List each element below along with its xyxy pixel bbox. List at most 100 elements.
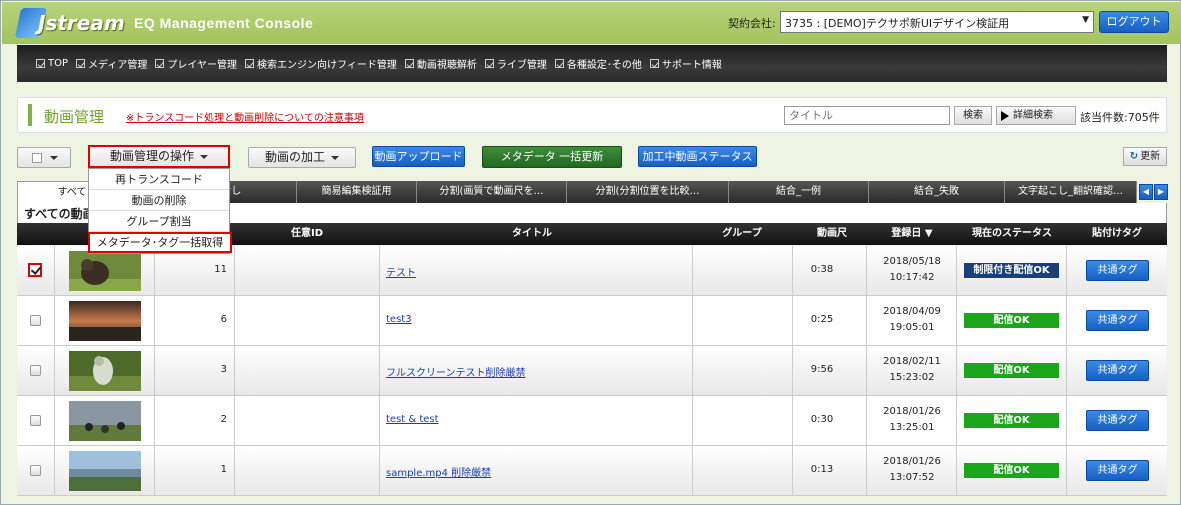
logout-button[interactable]: ログアウト	[1099, 11, 1169, 33]
nav-checkbox-icon	[245, 59, 255, 68]
processing-status-button[interactable]: 加工中動画ステータス	[638, 146, 757, 167]
nav-checkbox-icon	[36, 59, 45, 68]
refresh-button[interactable]: ↻ 更新	[1123, 147, 1167, 166]
tab-join-example[interactable]: 結合_一例	[729, 181, 869, 203]
col-duration: 動画尺	[817, 228, 847, 239]
cell	[17, 296, 55, 346]
menu-item-metadata-bulk-get[interactable]: メタデータ･タグ一括取得	[88, 232, 232, 253]
video-title-link[interactable]: テスト	[386, 264, 416, 279]
video-title-link[interactable]: test & test	[386, 414, 439, 425]
result-count: 該当件数:705件	[1080, 111, 1160, 124]
checkbox-icon	[32, 153, 42, 163]
upload-button[interactable]: 動画アップロード	[372, 146, 465, 167]
header: Jstream EQ Management Console 契約会社: 3735…	[2, 2, 1181, 44]
refresh-icon: ↻	[1129, 151, 1139, 162]
cell	[17, 246, 55, 296]
nav-label: ライブ管理	[496, 60, 547, 71]
common-tag-button[interactable]: 共通タグ	[1086, 460, 1149, 481]
tab-prev-icon[interactable]: ◀	[1139, 184, 1153, 200]
title-search-input[interactable]	[784, 106, 950, 125]
video-thumbnail[interactable]	[69, 251, 141, 291]
nav-label: TOP	[48, 58, 69, 69]
menu-item-group-assign[interactable]: グループ割当	[89, 211, 229, 232]
video-duration: 0:30	[810, 414, 834, 425]
common-tag-button[interactable]: 共通タグ	[1086, 260, 1149, 281]
nav-checkbox-icon	[404, 59, 414, 68]
menu-item-delete[interactable]: 動画の削除	[89, 190, 229, 211]
nav-item-top[interactable]: TOP	[36, 58, 68, 69]
status-badge: 配信OK	[964, 363, 1059, 378]
cell	[693, 346, 793, 396]
video-thumbnail[interactable]	[69, 401, 141, 441]
date-text: 2018/02/11	[883, 356, 941, 367]
cell	[235, 346, 380, 396]
col-date[interactable]: 登録日 ▼	[867, 223, 957, 245]
menu-item-retranscode[interactable]: 再トランスコード	[89, 169, 229, 190]
video-title-link[interactable]: sample.mp4 削除厳禁	[386, 464, 491, 479]
video-processing-button[interactable]: 動画の加工	[248, 147, 356, 168]
title-accent	[28, 104, 32, 126]
video-thumbnail[interactable]	[69, 301, 141, 341]
nav-item-live[interactable]: ライブ管理	[484, 56, 547, 71]
console-title: EQ Management Console	[134, 15, 314, 31]
main-nav: TOP メディア管理 プレイヤー管理 検索エンジン向けフィード管理 動画視聴解析…	[17, 45, 1167, 82]
video-title-link[interactable]: test3	[386, 314, 412, 325]
tab-next-icon[interactable]: ▶	[1154, 184, 1168, 200]
row-checkbox[interactable]	[30, 415, 41, 426]
tab-join-fail[interactable]: 結合_失敗	[869, 181, 1005, 203]
row-checkbox[interactable]	[30, 465, 41, 476]
page-title-bar: 動画管理 ※トランスコード処理と動画削除についての注意事項 検索 詳細検索 該当…	[17, 97, 1167, 133]
video-duration: 0:25	[810, 314, 834, 325]
video-duration: 0:13	[810, 464, 834, 475]
contract-label: 契約会社:	[728, 17, 776, 30]
metadata-bulk-update-button[interactable]: メタデータ 一括更新	[482, 146, 622, 168]
tab-split-quality[interactable]: 分割(画質で動画尺を…	[417, 181, 567, 203]
video-title-link[interactable]: フルスクリーンテスト削除厳禁	[386, 364, 526, 379]
cell	[693, 396, 793, 446]
chevron-down-icon: ▼	[1082, 15, 1089, 25]
search-button[interactable]: 検索	[954, 106, 992, 125]
advanced-search-button[interactable]: 詳細検索	[996, 106, 1076, 125]
common-tag-button[interactable]: 共通タグ	[1086, 310, 1149, 331]
select-all-dropdown[interactable]	[17, 147, 71, 168]
nav-item-settings[interactable]: 各種設定･その他	[554, 56, 642, 71]
video-thumbnail[interactable]	[69, 351, 141, 391]
tab-simple-edit[interactable]: 簡易編集検証用	[297, 181, 417, 203]
time-text: 15:23:02	[889, 372, 935, 383]
video-duration: 0:38	[810, 264, 834, 275]
caret-down-icon	[200, 154, 208, 159]
nav-item-analytics[interactable]: 動画視聴解析	[404, 56, 477, 71]
nav-item-media[interactable]: メディア管理	[76, 56, 147, 71]
col-title: タイトル	[512, 228, 552, 239]
row-checkbox[interactable]	[30, 365, 41, 376]
common-tag-button[interactable]: 共通タグ	[1086, 360, 1149, 381]
col-group: グループ	[722, 228, 762, 239]
caret-down-icon	[50, 156, 58, 160]
cell	[380, 246, 693, 296]
notice-link[interactable]: ※トランスコード処理と動画削除についての注意事項	[126, 109, 364, 124]
status-badge: 配信OK	[964, 313, 1059, 328]
cell	[693, 446, 793, 496]
row-number: 3	[220, 364, 227, 375]
video-operations-button[interactable]: 動画管理の操作	[88, 145, 230, 168]
registered-date: 2018/05/18 10:17:42	[867, 254, 957, 286]
video-thumbnail[interactable]	[69, 451, 141, 491]
nav-item-player[interactable]: プレイヤー管理	[155, 56, 237, 71]
common-tag-button[interactable]: 共通タグ	[1086, 410, 1149, 431]
tab-split-position[interactable]: 分割(分割位置を比較…	[567, 181, 729, 203]
nav-item-support[interactable]: サポート情報	[649, 56, 722, 71]
caret-down-icon	[331, 155, 339, 160]
row-checkbox[interactable]	[28, 263, 42, 277]
date-text: 2018/01/26	[883, 406, 941, 417]
nav-label: 動画視聴解析	[416, 60, 477, 71]
contract-select[interactable]: 3735 : [DEMO]テクサポ新UIデザイン検証用 ▼	[780, 11, 1094, 33]
row-checkbox[interactable]	[30, 315, 41, 326]
tab-transcription[interactable]: 文字起こし_翻訳確認…	[1005, 181, 1137, 203]
col-id: 任意ID	[290, 228, 324, 239]
cell	[235, 246, 380, 296]
nav-item-feed[interactable]: 検索エンジン向けフィード管理	[245, 56, 397, 71]
video-duration: 9:56	[810, 364, 834, 375]
nav-label: 検索エンジン向けフィード管理	[257, 60, 397, 71]
nav-label: サポート情報	[661, 60, 722, 71]
registered-date: 2018/02/11 15:23:02	[867, 354, 957, 386]
